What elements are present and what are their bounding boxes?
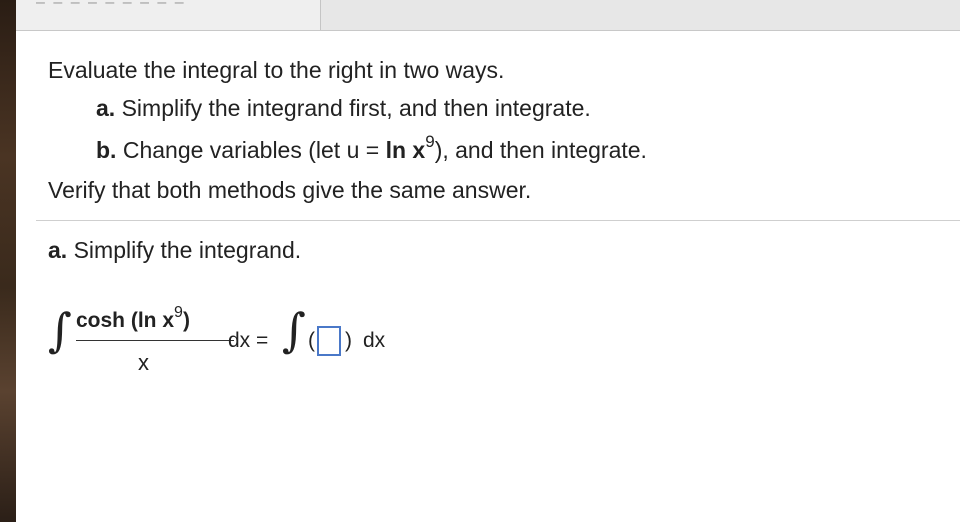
section-divider [36, 220, 960, 221]
numerator-close: ) [182, 309, 190, 332]
fraction-numerator: cosh (ln x9) [76, 304, 190, 333]
close-paren: ) [345, 329, 352, 352]
part-b-exponent: 9 [425, 132, 435, 151]
question-verify: Verify that both methods give the same a… [48, 177, 532, 203]
part-b-label: b. [96, 137, 117, 163]
question-intro: Evaluate the integral to the right in tw… [48, 57, 505, 83]
section-heading: a. Simplify the integrand. [48, 239, 301, 262]
part-a-text: Simplify the integrand first, and then i… [115, 95, 591, 121]
section-text: Simplify the integrand. [67, 237, 302, 263]
answer-input-box[interactable] [317, 326, 341, 356]
integral-sign-right: ∫ [282, 303, 306, 357]
dx-equals: dx = [228, 329, 269, 352]
top-tab[interactable]: – – – – – – – – – [16, 0, 321, 30]
section-label: a. [48, 237, 68, 263]
part-b-text-pre: Change variables (let u = [116, 137, 386, 163]
numerator-text: cosh (ln x [76, 309, 175, 332]
part-b-substitution: ln x [385, 137, 426, 163]
part-b-text-post: ), and then integrate. [434, 137, 647, 163]
fraction-denominator: x [138, 350, 149, 375]
top-tab-label: – – – – – – – – – [36, 0, 186, 11]
fraction-bar [76, 340, 234, 341]
dx-label: dx [363, 329, 386, 352]
question-panel: Evaluate the integral to the right in tw… [16, 31, 960, 522]
part-a-label: a. [96, 95, 116, 121]
integral-sign-left: ∫ [48, 303, 72, 357]
question-part-b: b. Change variables (let u = ln x9), and… [96, 133, 647, 163]
background-edge [0, 0, 16, 522]
open-paren: ( [308, 329, 315, 352]
numerator-exponent: 9 [174, 304, 183, 321]
top-toolbar: – – – – – – – – – [16, 0, 960, 31]
question-part-a: a. Simplify the integrand first, and the… [96, 97, 591, 120]
